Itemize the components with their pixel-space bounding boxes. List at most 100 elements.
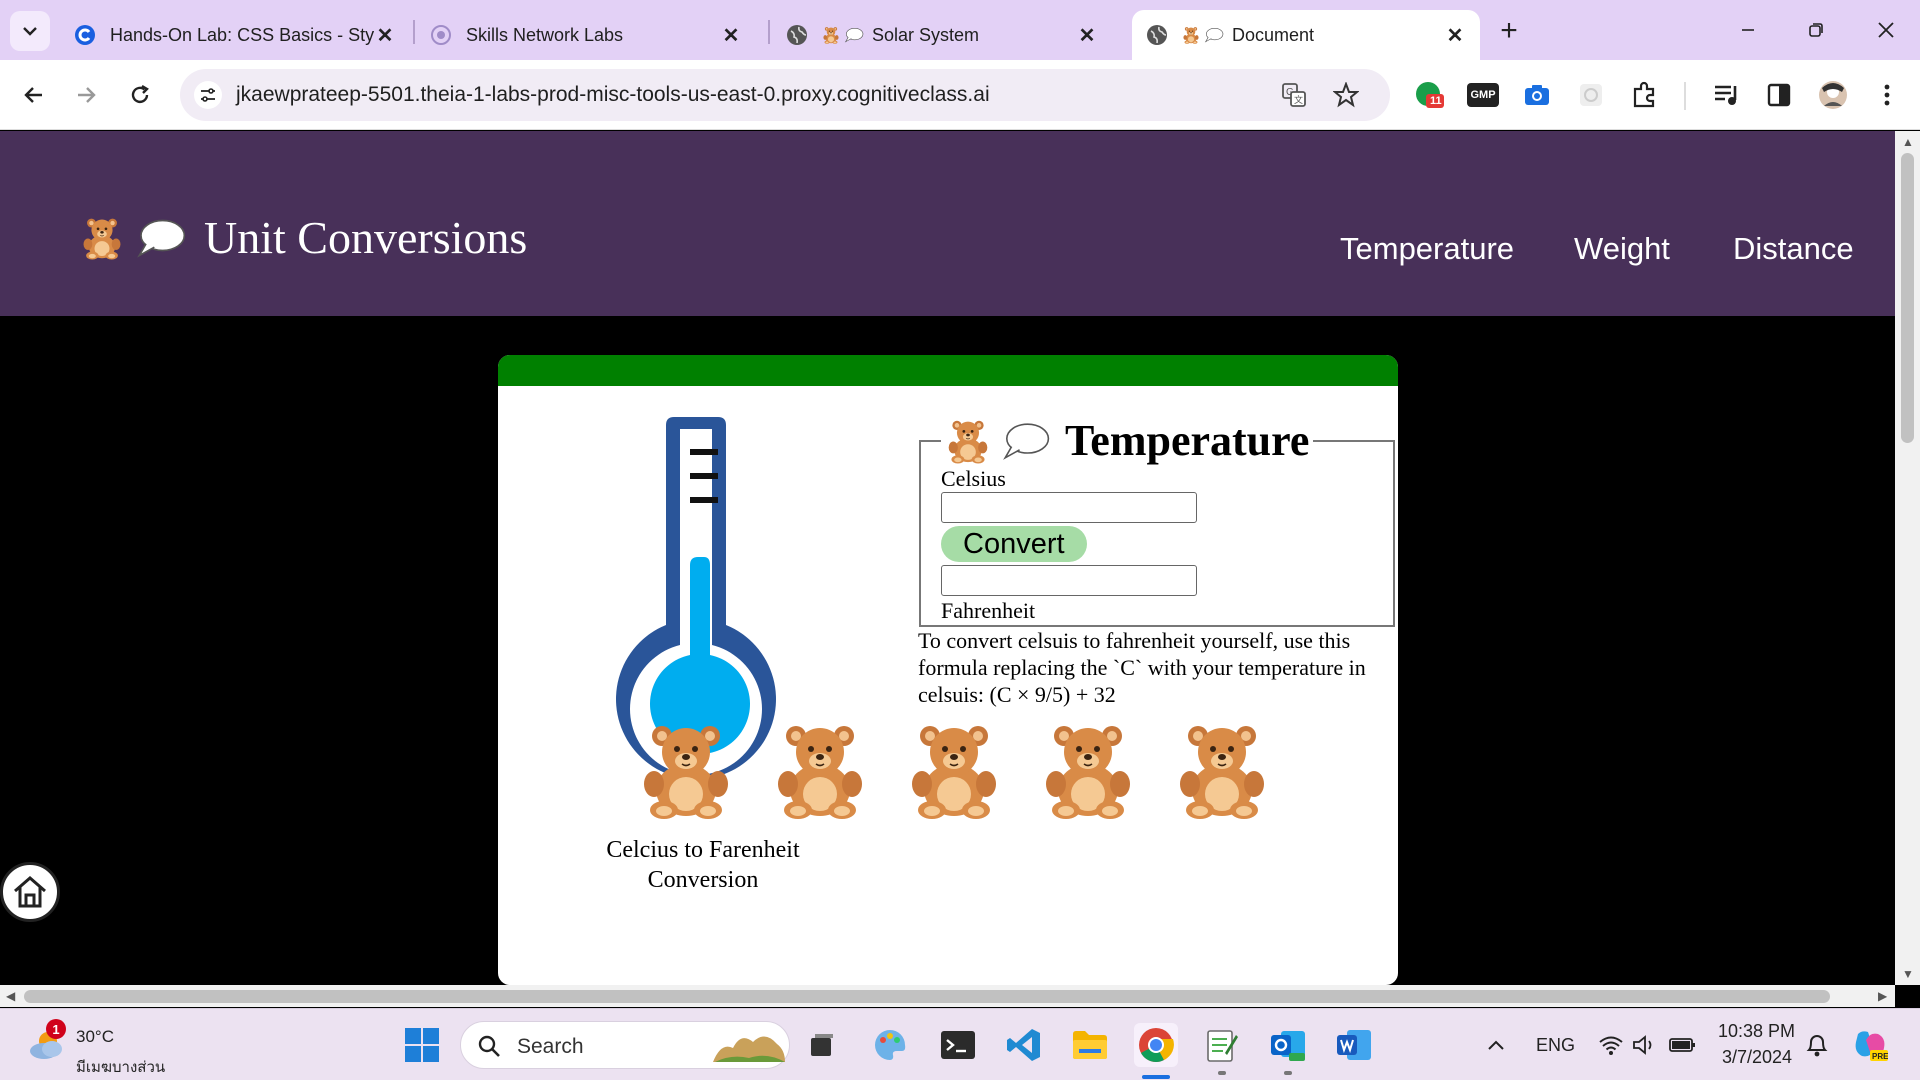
chevron-up-icon <box>1488 1040 1504 1050</box>
start-button[interactable] <box>400 1023 444 1067</box>
extension-camera-button[interactable] <box>1522 80 1552 110</box>
speech-bubble-icon <box>844 27 864 43</box>
avatar-icon <box>1819 81 1847 109</box>
tab-separator <box>768 20 770 44</box>
converter-card: Celcius to Farenheit Conversion Temperat… <box>498 355 1398 985</box>
horizontal-scroll-thumb[interactable] <box>24 990 1830 1003</box>
scroll-up-icon[interactable]: ▲ <box>1902 135 1914 149</box>
taskbar-app-paint[interactable] <box>868 1023 912 1067</box>
tab-skills-network[interactable]: Skills Network Labs ✕ <box>416 10 756 60</box>
teddy-bear-icon <box>80 216 124 260</box>
tab-document[interactable]: Document ✕ <box>1132 10 1480 60</box>
speaker-icon <box>1633 1035 1652 1055</box>
nav-link-weight[interactable]: Weight <box>1574 231 1670 267</box>
convert-button[interactable]: Convert <box>941 526 1087 562</box>
brand[interactable]: Unit Conversions <box>80 211 527 264</box>
scroll-left-icon[interactable]: ◀ <box>6 989 15 1003</box>
vertical-scroll-thumb[interactable] <box>1901 153 1914 443</box>
translate-icon: G文 <box>1282 83 1306 107</box>
close-window-button[interactable] <box>1866 12 1906 48</box>
copilot-button[interactable]: PRE <box>1850 1023 1890 1067</box>
media-control-button[interactable] <box>1712 80 1742 110</box>
address-bar[interactable]: jkaewprateep-5501.theia-1-labs-prod-misc… <box>180 69 1390 121</box>
extension-gmp-button[interactable]: GMP <box>1467 80 1499 110</box>
tab-title: Document <box>1232 24 1315 45</box>
word-icon <box>1337 1030 1371 1060</box>
celsius-label: Celsius <box>941 466 1006 491</box>
nav-link-temperature[interactable]: Temperature <box>1340 231 1514 267</box>
extension-placeholder-icon <box>1580 84 1602 106</box>
home-button[interactable] <box>0 862 60 922</box>
translate-button[interactable]: G文 <box>1280 81 1308 109</box>
bookmark-button[interactable] <box>1332 81 1360 109</box>
search-highlight-art-icon <box>713 1036 785 1062</box>
new-tab-button[interactable]: + <box>1494 14 1524 47</box>
wifi-status[interactable] <box>1594 1023 1628 1067</box>
toolbar-divider <box>1684 82 1686 110</box>
taskbar-app-file-explorer[interactable] <box>1068 1023 1112 1067</box>
side-panel-icon <box>1767 83 1791 107</box>
celsius-input[interactable] <box>941 492 1197 523</box>
speech-bubble-icon <box>136 217 186 259</box>
scroll-down-icon[interactable]: ▼ <box>1902 967 1914 981</box>
arrow-left-icon <box>24 87 42 103</box>
tune-icon <box>201 88 215 102</box>
close-tab-icon[interactable]: ✕ <box>374 24 396 47</box>
nav-link-distance[interactable]: Distance <box>1733 231 1854 267</box>
horizontal-scrollbar[interactable]: ◀ ▶ <box>0 985 1895 1007</box>
running-indicator <box>1284 1071 1292 1075</box>
extension-generic-button[interactable] <box>1576 80 1606 110</box>
show-hidden-icons-button[interactable] <box>1478 1023 1514 1067</box>
clock-time[interactable]: 10:38 PM <box>1718 1021 1795 1042</box>
notepad-icon <box>1207 1030 1238 1062</box>
taskbar-app-vscode[interactable] <box>1002 1023 1046 1067</box>
task-view-button[interactable] <box>800 1023 844 1067</box>
back-button[interactable] <box>14 75 54 115</box>
more-vertical-icon <box>1884 84 1890 106</box>
speech-bubble-icon <box>1204 27 1224 43</box>
taskbar-search-box[interactable]: Search <box>460 1021 790 1069</box>
vertical-scrollbar[interactable]: ▲ ▼ <box>1895 131 1920 985</box>
tab-solar-system[interactable]: Solar System ✕ <box>772 10 1112 60</box>
restore-icon <box>1809 23 1823 37</box>
svg-text:PRE: PRE <box>1872 1052 1888 1061</box>
teddy-bear-icon <box>945 418 991 464</box>
site-info-button[interactable] <box>194 81 222 109</box>
coursera-favicon-icon <box>74 24 96 46</box>
battery-status[interactable] <box>1664 1023 1700 1067</box>
tab-hands-on-lab[interactable]: Hands-On Lab: CSS Basics - Styl ✕ <box>60 10 410 60</box>
extension-badge-count: 11 <box>1430 95 1442 107</box>
taskbar-app-outlook[interactable] <box>1266 1023 1310 1067</box>
scroll-right-icon[interactable]: ▶ <box>1878 989 1887 1003</box>
extensions-menu-button[interactable] <box>1630 80 1660 110</box>
reload-icon <box>131 84 149 104</box>
tab-search-button[interactable] <box>10 11 50 51</box>
taskbar-app-word[interactable] <box>1332 1023 1376 1067</box>
close-tab-icon[interactable]: ✕ <box>1076 24 1098 47</box>
extension-grammar-button[interactable]: 11 <box>1414 80 1444 110</box>
taskbar-app-chrome[interactable] <box>1134 1023 1178 1067</box>
fahrenheit-output[interactable] <box>941 565 1197 596</box>
notification-button[interactable] <box>1800 1023 1834 1067</box>
profile-avatar-button[interactable] <box>1818 80 1848 110</box>
language-indicator[interactable]: ENG <box>1536 1035 1575 1056</box>
clock-date[interactable]: 3/7/2024 <box>1722 1047 1792 1068</box>
terminal-icon <box>941 1031 975 1059</box>
taskbar-app-terminal[interactable] <box>936 1023 980 1067</box>
restore-button[interactable] <box>1796 12 1836 48</box>
folder-icon <box>1073 1031 1107 1059</box>
forward-button[interactable] <box>66 75 106 115</box>
reload-button[interactable] <box>120 75 160 115</box>
browser-tab-bar: Hands-On Lab: CSS Basics - Styl ✕ Skills… <box>0 0 1920 60</box>
weather-temperature: 30°C <box>76 1027 114 1046</box>
brand-title: Unit Conversions <box>204 212 528 263</box>
minimize-button[interactable] <box>1728 12 1768 48</box>
skills-network-favicon-icon <box>430 24 452 46</box>
browser-menu-button[interactable] <box>1872 80 1902 110</box>
outlook-icon <box>1271 1031 1305 1061</box>
volume-status[interactable] <box>1628 1023 1662 1067</box>
close-tab-icon[interactable]: ✕ <box>1444 24 1466 47</box>
taskbar-app-notepad[interactable] <box>1200 1023 1244 1067</box>
side-panel-button[interactable] <box>1764 80 1794 110</box>
close-tab-icon[interactable]: ✕ <box>720 24 742 47</box>
